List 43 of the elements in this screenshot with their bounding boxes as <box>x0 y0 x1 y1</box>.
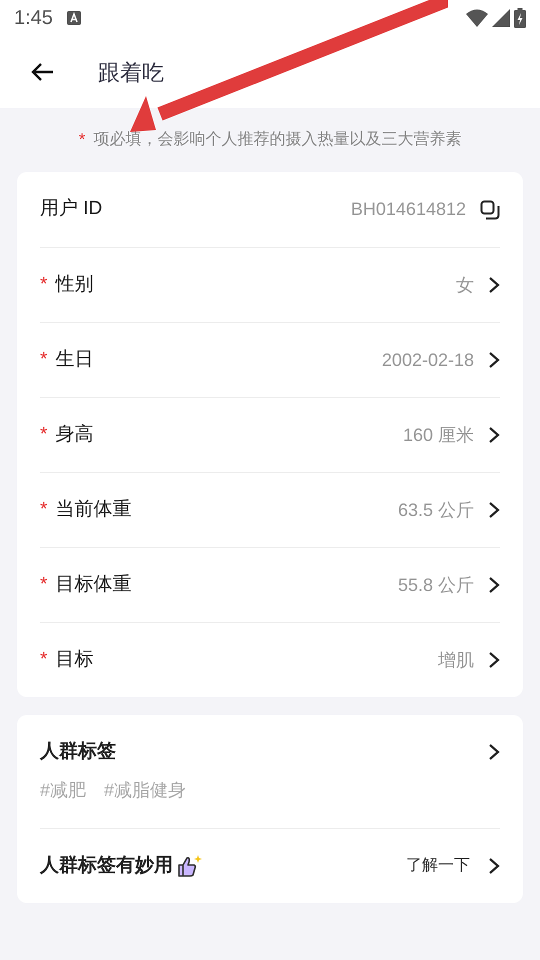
chevron-right-icon[interactable] <box>488 501 500 519</box>
tag: #减肥 <box>40 777 86 804</box>
chevron-right-icon[interactable] <box>488 743 500 761</box>
chevron-right-icon[interactable] <box>488 576 500 594</box>
field-label: 身高 <box>55 422 94 447</box>
signal-icon <box>492 9 510 27</box>
tip-title: 人群标签有妙用 <box>40 854 173 878</box>
learn-more-link[interactable]: 了解一下 <box>406 854 470 878</box>
field-label: 目标体重 <box>55 572 132 597</box>
copy-icon[interactable] <box>480 200 500 220</box>
field-value: 增肌 <box>438 648 474 672</box>
thumbs-up-icon <box>177 854 203 878</box>
required-mark: * <box>40 422 48 447</box>
field-value: 2002-02-18 <box>382 348 474 372</box>
field-value: BH014614812 <box>350 198 466 221</box>
battery-icon <box>514 8 526 28</box>
chevron-right-icon[interactable] <box>488 351 500 369</box>
field-label: 目标 <box>55 648 94 672</box>
field-value: 160 厘米 <box>402 424 474 446</box>
chevron-right-icon[interactable] <box>488 651 500 669</box>
field-label: 生日 <box>55 348 94 372</box>
required-mark: * <box>40 498 48 522</box>
required-mark: * <box>40 648 48 672</box>
required-mark: * <box>40 272 48 297</box>
status-time: 1:45 <box>14 6 53 31</box>
field-value: 女 <box>456 274 474 296</box>
field-label: 当前体重 <box>55 498 132 522</box>
field-value: 63.5 公斤 <box>398 498 474 522</box>
chevron-right-icon[interactable] <box>488 857 500 875</box>
chevron-right-icon[interactable] <box>488 276 500 294</box>
tag: #减脂健身 <box>104 777 186 804</box>
required-mark: * <box>40 348 48 372</box>
field-label: 用户 ID <box>40 197 102 222</box>
chevron-right-icon[interactable] <box>488 426 500 444</box>
page-title: 跟着吃 <box>98 58 164 86</box>
keyboard-icon <box>66 11 81 25</box>
required-mark: * <box>40 572 48 597</box>
wifi-icon <box>466 9 488 27</box>
required-mark: * <box>78 129 86 152</box>
field-value: 55.8 公斤 <box>398 574 474 596</box>
required-notice: 项必填，会影响个人推荐的摄入热量以及三大营养素 <box>93 130 462 150</box>
field-label: 性别 <box>55 272 94 297</box>
tags-title: 人群标签 <box>40 740 116 764</box>
